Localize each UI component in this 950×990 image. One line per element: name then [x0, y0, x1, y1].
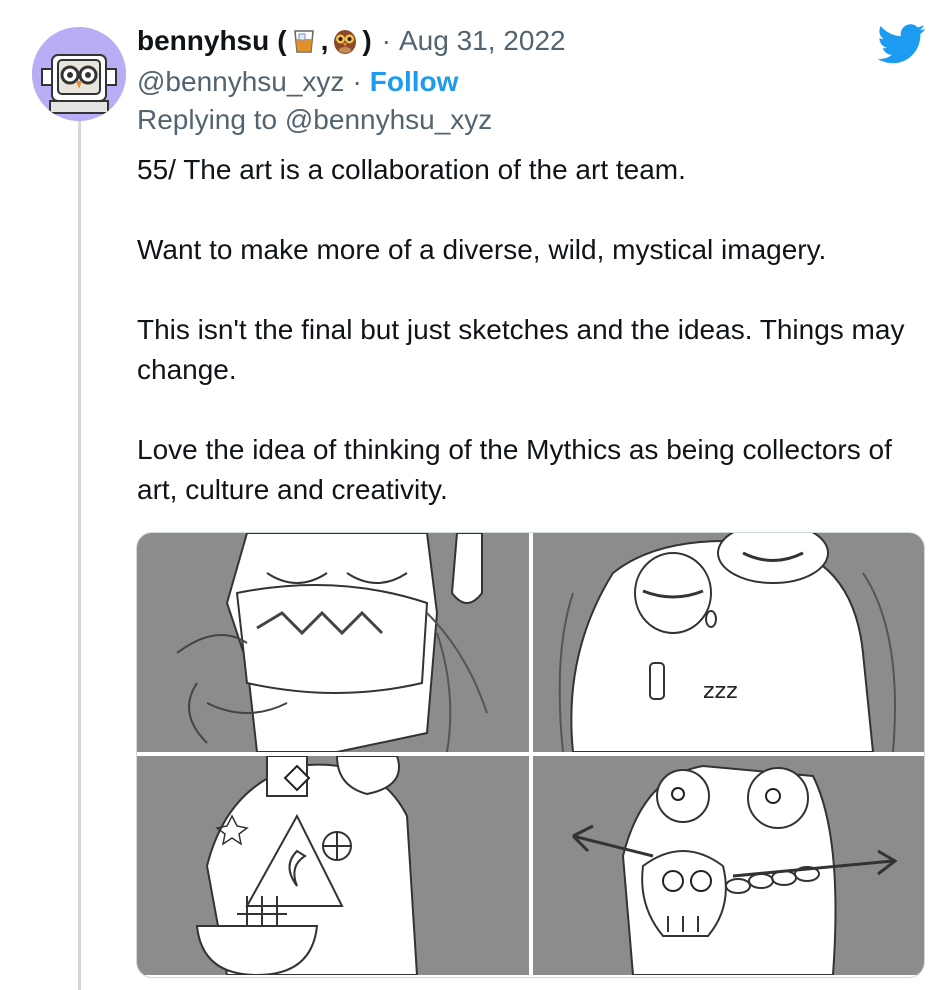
- thread-connector-line: [78, 112, 81, 990]
- tweet-header: bennyhsu ( , ) · Aug 31, 2022 @bennyhsu_…: [137, 20, 930, 102]
- zzz-sketch-text: zzz: [703, 679, 738, 704]
- separator-dot: ·: [381, 25, 391, 56]
- tweet-date[interactable]: Aug 31, 2022: [399, 25, 566, 57]
- media-image-4[interactable]: [533, 756, 924, 975]
- media-image-3[interactable]: [137, 756, 529, 975]
- sketch-grinning-creature-icon: [176, 533, 488, 752]
- author-handle[interactable]: @bennyhsu_xyz: [137, 66, 344, 98]
- replying-to-label: Replying to: [137, 104, 278, 135]
- avatar[interactable]: [32, 27, 126, 121]
- owl-avatar-icon: [32, 27, 126, 121]
- sketch-sleeping-owl-icon: zzz: [558, 533, 896, 752]
- owl-emoji-icon: [334, 30, 357, 54]
- media-image-2[interactable]: zzz: [533, 533, 924, 752]
- handle-line: @bennyhsu_xyz · Follow: [137, 62, 930, 102]
- name-paren-open: (: [277, 25, 287, 56]
- media-image-1[interactable]: [137, 533, 529, 752]
- tweet-paragraph-3: This isn't the final but just sketches a…: [137, 314, 905, 385]
- name-paren-close: ): [362, 25, 372, 56]
- tweet-text: 55/ The art is a collaboration of the ar…: [137, 150, 937, 510]
- reply-handle-link[interactable]: @bennyhsu_xyz: [285, 104, 492, 135]
- follow-button[interactable]: Follow: [370, 66, 459, 98]
- tweet-paragraph-1: 55/ The art is a collaboration of the ar…: [137, 154, 686, 185]
- separator-dot-2: ·: [352, 66, 362, 97]
- sketch-skull-chain-icon: [571, 764, 898, 975]
- name-comma: ,: [320, 25, 329, 56]
- tweet-paragraph-2: Want to make more of a diverse, wild, my…: [137, 234, 827, 265]
- author-line: bennyhsu ( , ) · Aug 31, 2022: [137, 20, 930, 62]
- author-display-name[interactable]: bennyhsu: [137, 25, 269, 57]
- sketch-mystic-symbols-icon: [195, 756, 419, 975]
- tweet-paragraph-4: Love the idea of thinking of the Mythics…: [137, 434, 892, 505]
- media-grid: zzz: [136, 532, 925, 978]
- whiskey-glass-emoji-icon: [293, 30, 314, 53]
- replying-to-line: Replying to @bennyhsu_xyz: [137, 104, 492, 136]
- twitter-bird-icon[interactable]: [878, 24, 926, 64]
